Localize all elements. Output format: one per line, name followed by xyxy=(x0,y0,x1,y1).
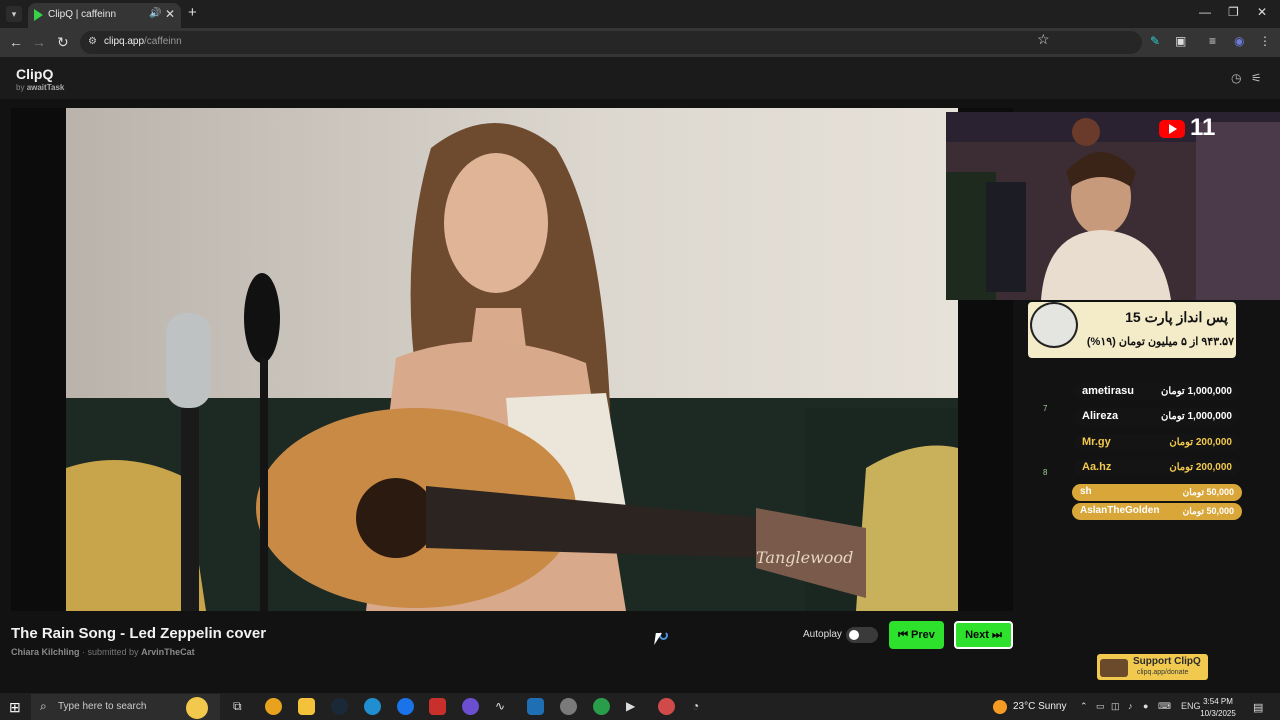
donation-item: AslanTheGolden 50,000 تومان xyxy=(1072,503,1242,520)
autoplay-toggle-knob xyxy=(849,630,859,640)
chrome-green-icon[interactable] xyxy=(593,698,610,715)
app-l-icon[interactable] xyxy=(527,698,544,715)
tray-network-icon[interactable]: ◫ xyxy=(1111,701,1120,712)
webcam-still xyxy=(946,112,1280,300)
tab-close-icon[interactable]: ✕ xyxy=(165,7,175,21)
tab-search-icon[interactable]: ▾ xyxy=(6,6,22,22)
browser-menu-icon[interactable]: ⋮ xyxy=(1259,34,1271,48)
mouse-cursor-icon xyxy=(654,633,662,645)
support-title: Support ClipQ xyxy=(1133,656,1201,667)
search-highlight-sun-icon[interactable] xyxy=(186,697,208,719)
steam-icon[interactable] xyxy=(331,698,348,715)
search-icon: ⌕ xyxy=(40,699,47,713)
new-tab-icon[interactable]: + xyxy=(188,4,197,21)
support-url: clipq.app/donate xyxy=(1137,669,1189,676)
restore-icon[interactable]: ❐ xyxy=(1228,5,1239,19)
song-artist: Chiara Kilchling xyxy=(11,647,80,657)
youtube-viewer-count: 11 xyxy=(1190,114,1216,141)
weather-sun-icon xyxy=(993,700,1007,714)
address-bar[interactable]: ⚙ clipq.app/caffeinn xyxy=(80,31,1142,54)
minimize-icon[interactable]: — xyxy=(1199,5,1211,19)
svg-text:Tanglewood: Tanglewood xyxy=(756,548,853,567)
prev-button[interactable]: ⏮ Prev xyxy=(889,621,944,649)
tray-volume-icon[interactable]: ♪ xyxy=(1128,701,1133,711)
tray-chevron-icon[interactable]: ⌃ xyxy=(1080,701,1088,712)
donation-goal-title: پس انداز پارت 15 xyxy=(1125,309,1228,325)
app-red-icon[interactable] xyxy=(429,698,446,715)
donation-goal-progress: ۹۴۳.۵۷ از ۵ میلیون تومان (۱۹%) xyxy=(1086,336,1234,348)
browser-toolbar: ← → ↻ ⚙ clipq.app/caffeinn ☆ xyxy=(0,28,1280,57)
youtube-play-icon xyxy=(1169,124,1177,134)
chrome-red-icon[interactable] xyxy=(658,698,675,715)
app-blue-icon[interactable] xyxy=(397,698,414,715)
taskbar-search-placeholder: Type here to search xyxy=(58,701,147,712)
coffee-icon xyxy=(1100,659,1128,677)
forward-icon[interactable]: → xyxy=(32,34,46,50)
streamer-webcam xyxy=(946,112,1280,300)
app-brand[interactable]: ClipQ xyxy=(16,66,53,82)
window-close-icon[interactable]: ✕ xyxy=(1257,5,1267,19)
clock-app-icon[interactable]: ◔ xyxy=(692,699,699,713)
media-queue-icon[interactable]: ≡ xyxy=(1209,34,1216,48)
app-purple-icon[interactable] xyxy=(462,698,479,715)
audio-wave-icon[interactable]: ∿ xyxy=(495,699,505,713)
history-icon[interactable]: ◷ xyxy=(1231,71,1241,85)
donation-item: Mr.gy 200,000 تومان xyxy=(1074,434,1240,451)
chrome-profile-icon[interactable] xyxy=(560,698,577,715)
donation-item: Aa.hz 200,000 تومان xyxy=(1074,459,1240,476)
windows-start-icon[interactable]: ⊞ xyxy=(9,699,21,716)
weather-text[interactable]: 23°C Sunny xyxy=(1013,701,1066,712)
back-icon[interactable]: ← xyxy=(9,34,23,50)
file-explorer-icon[interactable] xyxy=(298,698,315,715)
bookmark-star-icon[interactable]: ☆ xyxy=(1037,31,1050,48)
song-title: The Rain Song - Led Zeppelin cover xyxy=(11,625,267,642)
song-meta: Chiara Kilchling · submitted by ArvinThe… xyxy=(11,647,195,657)
translate-extension-icon[interactable]: ✎ xyxy=(1150,34,1160,48)
tab-title: ClipQ | caffeinn xyxy=(48,9,117,20)
url-text: clipq.app/caffeinn xyxy=(104,36,182,47)
app-byline: by awaitTask xyxy=(16,83,65,92)
donation-item: Alireza 1,000,000 تومان xyxy=(1074,408,1240,425)
task-view-icon[interactable]: ⧉ xyxy=(233,699,242,714)
chrome-icon[interactable] xyxy=(265,698,282,715)
media-player-icon[interactable]: ▶ xyxy=(626,699,635,713)
settings-sliders-icon[interactable]: ⚟ xyxy=(1251,71,1262,85)
speaker-icon[interactable]: 🔊 xyxy=(149,8,161,19)
donation-item: sh 50,000 تومان xyxy=(1072,484,1242,501)
song-submitter: ArvinTheCat xyxy=(141,647,195,657)
reload-icon[interactable]: ↻ xyxy=(57,34,69,51)
app-header: ClipQ by awaitTask xyxy=(0,57,1280,99)
taskbar-clock[interactable]: 3:54 PM 10/3/2025 xyxy=(1196,696,1240,720)
profile-avatar-icon[interactable]: ◉ xyxy=(1234,34,1244,48)
queue-rank: 7 xyxy=(1043,404,1048,413)
extensions-puzzle-icon[interactable]: ▣ xyxy=(1175,34,1186,48)
video-still: Tanglewood xyxy=(66,108,958,611)
tray-keyboard-icon[interactable]: ⌨ xyxy=(1158,701,1171,712)
tray-mic-icon[interactable]: ● xyxy=(1143,701,1148,711)
notification-icon[interactable]: ▤ xyxy=(1253,701,1263,714)
site-info-icon[interactable]: ⚙ xyxy=(88,36,97,47)
next-button[interactable]: Next ⏭ xyxy=(954,621,1013,649)
queue-rank: 8 xyxy=(1043,468,1048,477)
donation-item: ametirasu 1,000,000 تومان xyxy=(1074,383,1240,400)
clipq-favicon-icon xyxy=(34,9,43,21)
video-frame[interactable]: Tanglewood xyxy=(66,108,958,611)
browser-tab[interactable]: ClipQ | caffeinn 🔊 ✕ xyxy=(28,3,181,28)
edge-icon[interactable] xyxy=(364,698,381,715)
autoplay-label: Autoplay xyxy=(803,629,842,640)
tray-device-icon[interactable]: ▭ xyxy=(1096,701,1105,712)
